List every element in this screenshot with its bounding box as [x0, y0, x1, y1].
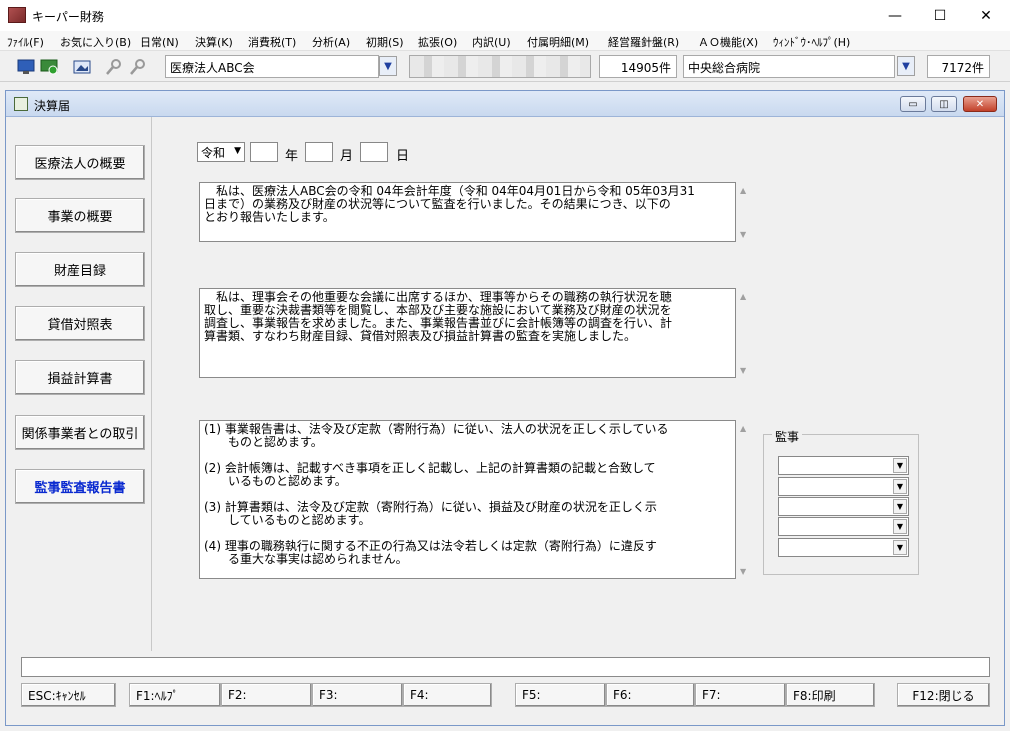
intro-textarea[interactable]: 私は、医療法人ABC会の令和 04年会計年度（令和 04年04月01日から令和 …	[199, 182, 736, 242]
day-input[interactable]	[360, 142, 388, 162]
scroll-down-icon[interactable]: ▼	[740, 567, 746, 576]
masked-field	[409, 55, 591, 78]
child-window: 決算届 ▭ ◫ ✕ 医療法人の概要 事業の概要 財産目録 貸借対照表 損益計算書…	[5, 90, 1005, 726]
title-bar: キーパー財務 — ☐ ✕	[0, 0, 1010, 31]
esc-cancel-button[interactable]: ESC:ｷｬﾝｾﾙ	[21, 683, 116, 707]
month-input[interactable]	[305, 142, 333, 162]
findings-textarea[interactable]: (1) 事業報告書は、法令及び定款（寄附行為）に従い、法人の状況を正しく示してい…	[199, 420, 736, 579]
refresh-icon[interactable]	[39, 57, 59, 77]
month-unit: 月	[340, 149, 354, 164]
menu-favorites[interactable]: お気に入り(B)	[60, 34, 131, 50]
maximize-button[interactable]: ☐	[917, 0, 963, 31]
chevron-down-icon: ▼	[893, 540, 907, 555]
facility-count: 7172件	[927, 55, 990, 78]
f5-button[interactable]: F5:	[515, 683, 606, 707]
scroll-up-icon[interactable]: ▲	[740, 292, 746, 301]
document-icon	[14, 97, 28, 111]
era-select[interactable]: 令和 ▼	[197, 142, 245, 162]
facility-select-arrow[interactable]: ▼	[897, 56, 915, 76]
nav-audit-report[interactable]: 監事監査報告書	[15, 469, 145, 504]
chevron-down-icon: ▼	[893, 479, 907, 494]
scroll-up-icon[interactable]: ▲	[740, 424, 746, 433]
method-textarea[interactable]: 私は、理事会その他重要な会議に出席するほか、理事等からその職務の執行状況を聴 取…	[199, 288, 736, 378]
f12-close-button[interactable]: F12:閉じる	[897, 683, 990, 707]
scroll-down-icon[interactable]: ▼	[740, 230, 746, 239]
facility-select[interactable]: 中央総合病院	[683, 55, 895, 78]
year-input[interactable]	[250, 142, 278, 162]
status-bar	[21, 657, 990, 677]
child-title-bar: 決算届 ▭ ◫ ✕	[6, 91, 1004, 117]
child-restore-button[interactable]: ◫	[931, 96, 957, 112]
nav-related-transactions[interactable]: 関係事業者との取引	[15, 415, 145, 450]
menu-window-help[interactable]: ｳｨﾝﾄﾞｳ･ﾍﾙﾌﾟ(H)	[773, 34, 850, 50]
nav-business-overview[interactable]: 事業の概要	[15, 198, 145, 233]
auditor-group-label: 監事	[772, 428, 803, 445]
chevron-down-icon: ▼	[893, 458, 907, 473]
menu-file[interactable]: ﾌｧｲﾙ(F)	[7, 34, 44, 50]
f4-button[interactable]: F4:	[403, 683, 492, 707]
search-advanced-icon[interactable]	[128, 57, 148, 77]
scroll-up-icon[interactable]: ▲	[740, 186, 746, 195]
menu-initial[interactable]: 初期(S)	[366, 34, 404, 50]
menu-closing[interactable]: 決算(K)	[195, 34, 233, 50]
menu-ao[interactable]: ＡＯ機能(X)	[698, 34, 758, 50]
f6-button[interactable]: F6:	[606, 683, 695, 707]
scroll-down-icon[interactable]: ▼	[740, 366, 746, 375]
f8-print-button[interactable]: F8:印刷	[786, 683, 875, 707]
menu-tax[interactable]: 消費税(T)	[248, 34, 296, 50]
f3-button[interactable]: F3:	[312, 683, 403, 707]
auditor-select-3[interactable]: ▼	[778, 497, 909, 516]
child-title: 決算届	[34, 99, 71, 113]
child-close-button[interactable]: ✕	[963, 96, 997, 112]
app-title: キーパー財務	[32, 10, 104, 24]
menu-extend[interactable]: 拡張(O)	[418, 34, 457, 50]
f7-button[interactable]: F7:	[695, 683, 786, 707]
auditor-select-4[interactable]: ▼	[778, 517, 909, 536]
auditor-select-5[interactable]: ▼	[778, 538, 909, 557]
corporation-count: 14905件	[599, 55, 677, 78]
toolbar: 医療法人ABC会 ▼ 14905件 中央総合病院 ▼ 7172件	[0, 52, 1010, 82]
f1-help-button[interactable]: F1:ﾍﾙﾌﾟ	[129, 683, 221, 707]
menu-analysis[interactable]: 分析(A)	[312, 34, 350, 50]
corporation-select[interactable]: 医療法人ABC会	[165, 55, 379, 78]
menu-compass[interactable]: 経営羅針盤(R)	[608, 34, 679, 50]
auditor-select-2[interactable]: ▼	[778, 477, 909, 496]
child-minimize-button[interactable]: ▭	[900, 96, 926, 112]
day-unit: 日	[396, 149, 410, 164]
nav-property-list[interactable]: 財産目録	[15, 252, 145, 287]
corporation-select-arrow[interactable]: ▼	[379, 56, 397, 76]
close-button[interactable]: ✕	[963, 0, 1009, 31]
chevron-down-icon: ▼	[893, 499, 907, 514]
app-icon	[8, 7, 26, 23]
nav-income-statement[interactable]: 損益計算書	[15, 360, 145, 395]
f2-button[interactable]: F2:	[221, 683, 312, 707]
year-unit: 年	[285, 149, 299, 164]
auditor-select-1[interactable]: ▼	[778, 456, 909, 475]
chevron-down-icon: ▼	[893, 519, 907, 534]
menu-schedules[interactable]: 付属明細(M)	[527, 34, 589, 50]
nav-corp-overview[interactable]: 医療法人の概要	[15, 145, 145, 180]
minimize-button[interactable]: —	[872, 0, 918, 31]
monitor-icon[interactable]	[16, 57, 36, 77]
era-arrow-icon: ▼	[234, 146, 241, 156]
menu-bar: ﾌｧｲﾙ(F) お気に入り(B) 日常(N) 決算(K) 消費税(T) 分析(A…	[0, 31, 1010, 51]
menu-daily[interactable]: 日常(N)	[140, 34, 179, 50]
menu-breakdown[interactable]: 内訳(U)	[472, 34, 511, 50]
nav-balance-sheet[interactable]: 貸借対照表	[15, 306, 145, 341]
search-icon[interactable]	[104, 57, 124, 77]
image-icon[interactable]	[72, 57, 92, 77]
